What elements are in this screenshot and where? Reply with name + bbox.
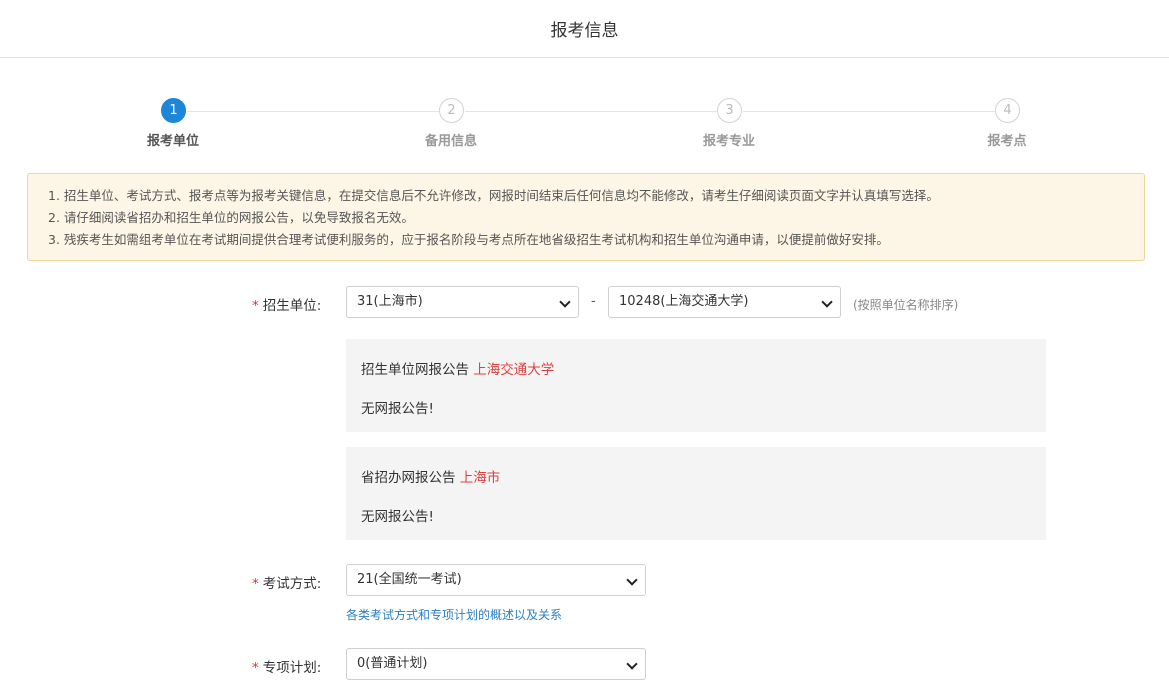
chevron-down-icon — [626, 658, 638, 670]
school-select-value: 10248(上海交通大学) — [619, 294, 749, 309]
province-notice-panel: 省招办网报公告 上海市 无网报公告! — [346, 447, 1046, 540]
chevron-down-icon — [626, 574, 638, 586]
sort-hint: (按照单位名称排序) — [853, 298, 959, 312]
special-plan-label-text: 专项计划: — [262, 660, 322, 676]
exam-mode-select-value: 21(全国统一考试) — [357, 572, 462, 587]
step-connector — [187, 111, 439, 112]
school-notice-title: 招生单位网报公告 上海交通大学 — [361, 358, 554, 378]
province-select-value: 31(上海市) — [357, 294, 423, 309]
exam-mode-select[interactable]: 21(全国统一考试) — [346, 564, 646, 596]
unit-label-text: 招生单位: — [262, 298, 322, 314]
school-notice-title-text: 招生单位网报公告 — [361, 362, 469, 378]
special-plan-label: * 专项计划: — [252, 656, 321, 676]
required-mark: * — [252, 298, 259, 314]
chevron-down-icon — [821, 296, 833, 308]
special-plan-select-value: 0(普通计划) — [357, 656, 428, 671]
province-notice-title-text: 省招办网报公告 — [361, 470, 456, 486]
separator: - — [591, 294, 596, 309]
province-notice-title: 省招办网报公告 上海市 — [361, 466, 500, 486]
exam-mode-label: * 考试方式: — [252, 572, 321, 592]
step-4-label: 报考点 — [987, 134, 1027, 149]
page-header: 报考信息 — [0, 0, 1169, 58]
step-3-indicator: 3 — [717, 98, 742, 123]
step-2-label: 备用信息 — [424, 134, 477, 149]
chevron-down-icon — [559, 296, 571, 308]
step-3-label: 报考专业 — [702, 134, 755, 149]
school-notice-body: 无网报公告! — [361, 401, 434, 417]
exam-mode-label-text: 考试方式: — [262, 576, 322, 592]
step-1-indicator: 1 — [161, 98, 186, 123]
notice-box: 1. 招生单位、考试方式、报考点等为报考关键信息，在提交信息后不允许修改，网报时… — [27, 173, 1145, 261]
required-mark: * — [252, 576, 259, 592]
province-notice-link[interactable]: 上海市 — [460, 470, 501, 486]
province-select[interactable]: 31(上海市) — [346, 286, 579, 318]
school-notice-link[interactable]: 上海交通大学 — [473, 362, 554, 378]
special-plan-select[interactable]: 0(普通计划) — [346, 648, 646, 680]
step-connector — [465, 111, 717, 112]
exam-mode-help-link[interactable]: 各类考试方式和专项计划的概述以及关系 — [346, 606, 562, 623]
required-mark: * — [252, 660, 259, 676]
notice-line: 2. 请仔细阅读省招办和招生单位的网报公告，以免导致报名无效。 — [48, 210, 414, 225]
notice-line: 1. 招生单位、考试方式、报考点等为报考关键信息，在提交信息后不允许修改，网报时… — [48, 188, 939, 203]
notice-line: 3. 残疾考生如需组考单位在考试期间提供合理考试便利服务的，应于报名阶段与考点所… — [48, 232, 889, 247]
progress-steps: 1 报考单位 2 备用信息 3 报考专业 4 报考点 — [0, 98, 1169, 149]
step-connector — [743, 111, 995, 112]
unit-label: * 招生单位: — [252, 294, 321, 314]
step-2-indicator: 2 — [439, 98, 464, 123]
page-title: 报考信息 — [550, 21, 619, 41]
step-1-label: 报考单位 — [146, 134, 199, 149]
step-4-indicator: 4 — [995, 98, 1020, 123]
school-notice-panel: 招生单位网报公告 上海交通大学 无网报公告! — [346, 339, 1046, 432]
school-select[interactable]: 10248(上海交通大学) — [608, 286, 841, 318]
province-notice-body: 无网报公告! — [361, 509, 434, 525]
